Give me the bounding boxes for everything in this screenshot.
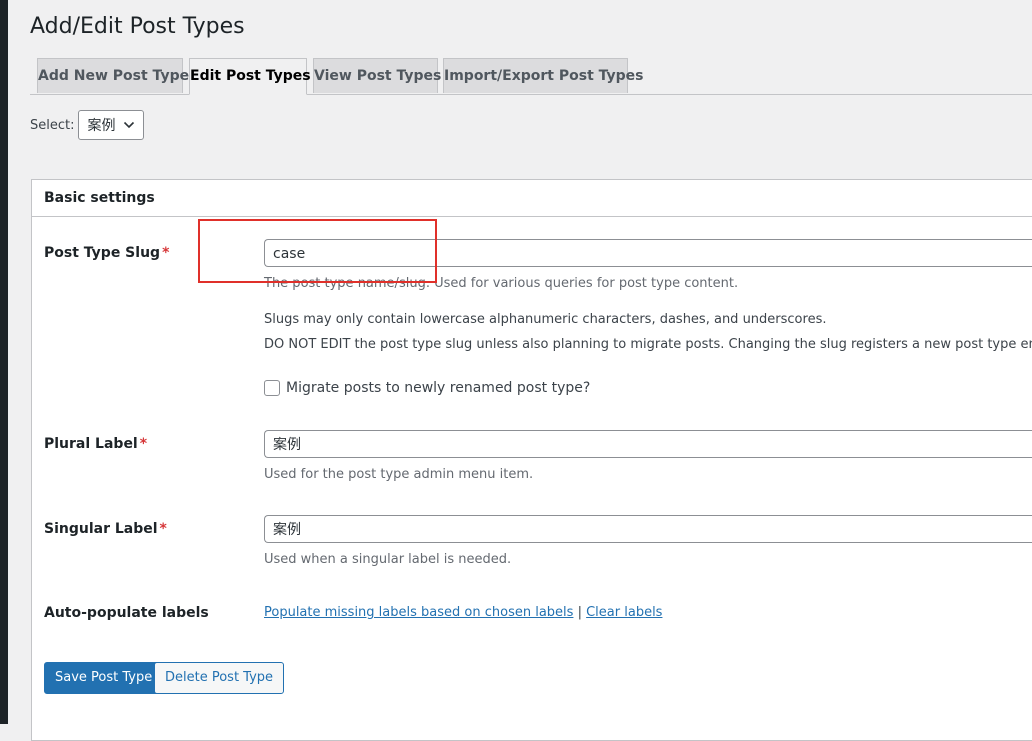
singular-label-text: Singular Label bbox=[44, 521, 158, 537]
page-title: Add/Edit Post Types bbox=[30, 14, 245, 39]
panel-title: Basic settings bbox=[32, 180, 1032, 217]
migrate-posts-label[interactable]: Migrate posts to newly renamed post type… bbox=[286, 380, 590, 396]
plural-label-input[interactable]: 案例 bbox=[264, 430, 1032, 458]
tab-add-new-post-type[interactable]: Add New Post Type bbox=[37, 58, 189, 93]
tab-import-export-post-types[interactable]: Import/Export Post Types bbox=[443, 58, 644, 93]
auto-populate-label: Auto-populate labels bbox=[44, 605, 209, 621]
required-marker: * bbox=[159, 521, 167, 537]
plural-label-description: Used for the post type admin menu item. bbox=[264, 467, 534, 482]
tab-edit-post-types[interactable]: Edit Post Types bbox=[189, 58, 311, 95]
slug-warning-note: DO NOT EDIT the post type slug unless al… bbox=[264, 337, 1032, 352]
save-post-type-button[interactable]: Save Post Type bbox=[44, 662, 164, 694]
slug-rules-note: Slugs may only contain lowercase alphanu… bbox=[264, 312, 827, 327]
plural-label-label: Plural Label * bbox=[44, 436, 147, 452]
post-type-slug-label: Post Type Slug * bbox=[44, 245, 169, 261]
tab-view-post-types[interactable]: View Post Types bbox=[313, 58, 441, 93]
delete-post-type-button[interactable]: Delete Post Type bbox=[154, 662, 285, 694]
migrate-posts-option[interactable]: Migrate posts to newly renamed post type… bbox=[264, 380, 590, 396]
auto-populate-links: Populate missing labels based on chosen … bbox=[264, 605, 662, 620]
plural-label-text: Plural Label bbox=[44, 436, 138, 452]
basic-settings-panel: Basic settings Post Type Slug * case The … bbox=[31, 179, 1032, 741]
link-separator: | bbox=[577, 605, 582, 620]
singular-label-input[interactable]: 案例 bbox=[264, 515, 1032, 543]
main-content: Add/Edit Post Types Add New Post Type Ed… bbox=[8, 0, 1032, 741]
singular-label-label: Singular Label * bbox=[44, 521, 167, 537]
tab-bar: Add New Post Type Edit Post Types View P… bbox=[30, 58, 1032, 95]
select-value: 案例 bbox=[87, 118, 116, 134]
clear-labels-link[interactable]: Clear labels bbox=[586, 605, 662, 620]
select-label: Select: bbox=[30, 117, 75, 133]
singular-label-description: Used when a singular label is needed. bbox=[264, 552, 512, 567]
admin-sidebar-edge bbox=[0, 0, 8, 724]
post-type-slug-input[interactable]: case bbox=[264, 239, 1032, 267]
post-type-slug-label-text: Post Type Slug bbox=[44, 245, 161, 261]
chevron-down-icon bbox=[124, 121, 135, 129]
post-type-selector-row: Select: 案例 bbox=[30, 110, 145, 140]
required-marker: * bbox=[162, 245, 170, 261]
populate-missing-labels-link[interactable]: Populate missing labels based on chosen … bbox=[264, 605, 573, 620]
migrate-posts-checkbox[interactable] bbox=[264, 380, 280, 396]
post-type-select[interactable]: 案例 bbox=[78, 110, 145, 140]
slug-description: The post type name/slug. Used for variou… bbox=[264, 276, 739, 291]
required-marker: * bbox=[139, 436, 148, 452]
